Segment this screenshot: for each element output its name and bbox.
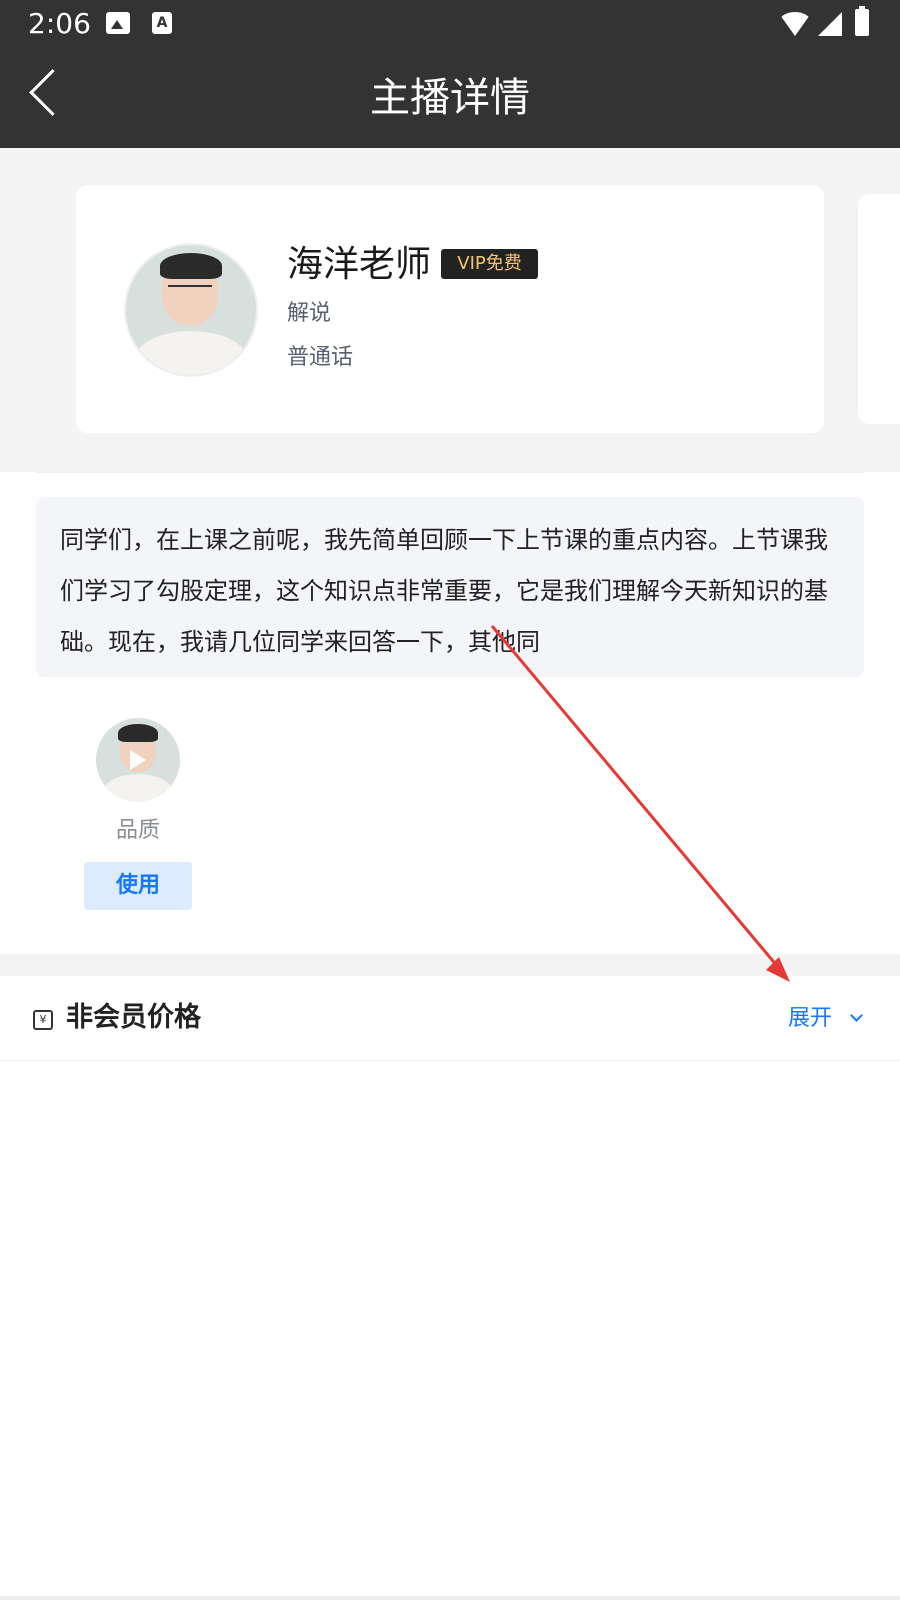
signal-icon	[818, 12, 842, 36]
price-title: 非会员价格	[66, 1002, 201, 1033]
voice-preview-button[interactable]	[96, 718, 180, 802]
host-carousel[interactable]: 海洋老师 VIP免费 解说 普通话	[0, 148, 900, 472]
host-language: 普通话	[287, 345, 354, 370]
page-title: 主播详情	[370, 75, 530, 121]
use-button[interactable]: 使用	[84, 862, 192, 910]
script-text: 同学们，在上课之前呢，我先简单回顾一下上节课的重点内容。上节课我们学习了勾股定理…	[60, 526, 828, 656]
next-host-card[interactable]	[858, 194, 900, 424]
image-icon	[106, 12, 130, 34]
script-preview: 同学们，在上课之前呢，我先简单回顾一下上节课的重点内容。上节课我们学习了勾股定理…	[36, 497, 864, 677]
section-gap	[0, 954, 900, 976]
annotation-arrow-line	[490, 625, 780, 968]
chevron-down-icon[interactable]	[850, 1009, 863, 1022]
status-bar: 2:06 A	[0, 0, 900, 48]
wifi-icon	[778, 12, 812, 36]
divider	[36, 472, 864, 473]
yen-icon: ¥	[33, 1010, 53, 1030]
app-bar: 主播详情	[0, 48, 900, 148]
text-icon: A	[152, 12, 172, 34]
host-card[interactable]: 海洋老师 VIP免费 解说 普通话	[76, 185, 824, 433]
bottom-edge	[0, 1596, 900, 1600]
host-name: 海洋老师	[287, 244, 432, 285]
status-time: 2:06	[28, 7, 91, 40]
voice-label: 品质	[115, 818, 160, 843]
vip-badge: VIP免费	[441, 249, 538, 279]
non-member-price-section[interactable]: ¥ 非会员价格 展开	[0, 976, 900, 1061]
battery-icon	[855, 6, 869, 36]
expand-button[interactable]: 展开	[788, 1002, 832, 1036]
host-role: 解说	[287, 301, 332, 326]
play-icon[interactable]	[130, 750, 146, 770]
avatar	[124, 243, 258, 377]
